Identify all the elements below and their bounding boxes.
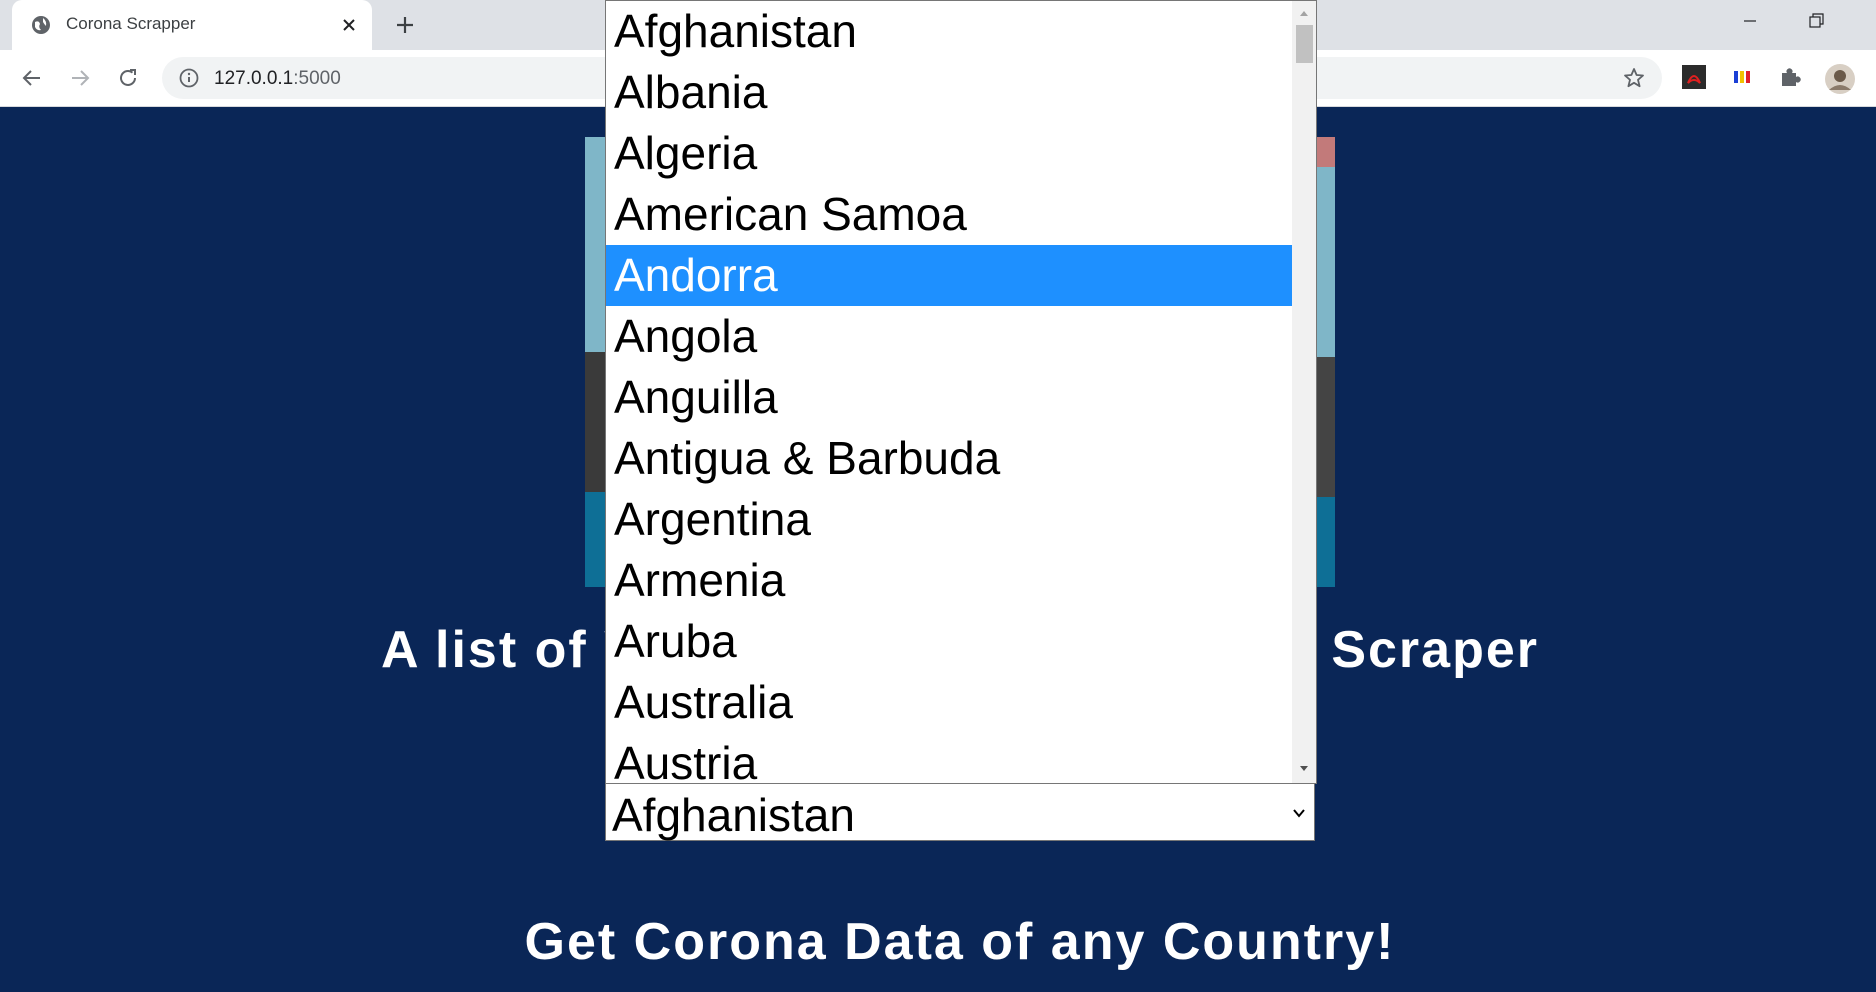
reload-icon[interactable] bbox=[114, 64, 142, 92]
dropdown-options: Afghanistan Albania Algeria American Sam… bbox=[606, 1, 1292, 783]
country-dropdown-list[interactable]: Afghanistan Albania Algeria American Sam… bbox=[605, 0, 1317, 784]
country-select[interactable]: Afghanistan bbox=[605, 783, 1315, 841]
country-select-value: Afghanistan bbox=[612, 789, 855, 841]
scroll-up-arrow-icon[interactable] bbox=[1292, 5, 1316, 21]
dropdown-option[interactable]: Antigua & Barbuda bbox=[606, 428, 1292, 489]
puzzle-extensions-icon[interactable] bbox=[1776, 63, 1804, 91]
browser-window: Corona Scrapper 127.0.0.1:5000 A list of… bbox=[0, 0, 1876, 992]
scrollbar-thumb[interactable] bbox=[1296, 25, 1313, 63]
dropdown-option[interactable]: Anguilla bbox=[606, 367, 1292, 428]
close-tab-icon[interactable] bbox=[336, 12, 362, 38]
pdf-extension-icon[interactable] bbox=[1680, 63, 1708, 91]
browser-tab[interactable]: Corona Scrapper bbox=[12, 0, 372, 50]
dropdown-option[interactable]: Australia bbox=[606, 672, 1292, 733]
dropdown-scrollbar[interactable] bbox=[1292, 1, 1316, 783]
dropdown-option[interactable]: Albania bbox=[606, 62, 1292, 123]
back-icon[interactable] bbox=[18, 64, 46, 92]
info-icon[interactable] bbox=[178, 67, 200, 89]
globe-icon bbox=[30, 14, 52, 36]
minimize-icon[interactable] bbox=[1738, 8, 1762, 32]
url-text[interactable]: 127.0.0.1:5000 bbox=[214, 68, 341, 90]
bookmark-star-icon[interactable] bbox=[1622, 66, 1646, 90]
color-extension-icon[interactable] bbox=[1728, 63, 1756, 91]
url-host: 127.0.0.1 bbox=[214, 68, 294, 89]
dropdown-option[interactable]: American Samoa bbox=[606, 184, 1292, 245]
profile-avatar[interactable] bbox=[1824, 63, 1855, 94]
dropdown-option[interactable]: Angola bbox=[606, 306, 1292, 367]
dropdown-option[interactable]: Armenia bbox=[606, 550, 1292, 611]
scroll-down-arrow-icon[interactable] bbox=[1292, 761, 1316, 777]
dropdown-option[interactable]: Austria bbox=[606, 733, 1292, 783]
new-tab-icon[interactable] bbox=[390, 10, 420, 40]
dropdown-option[interactable]: Afghanistan bbox=[606, 1, 1292, 62]
chevron-down-icon bbox=[1290, 804, 1308, 822]
url-port: :5000 bbox=[293, 68, 341, 89]
get-data-heading: Get Corona Data of any Country! bbox=[524, 913, 1396, 971]
restore-icon[interactable] bbox=[1804, 8, 1828, 32]
tab-title: Corona Scrapper bbox=[66, 14, 196, 33]
dropdown-option[interactable]: Aruba bbox=[606, 611, 1292, 672]
forward-icon[interactable] bbox=[66, 64, 94, 92]
dropdown-option[interactable]: Argentina bbox=[606, 489, 1292, 550]
dropdown-option[interactable]: Algeria bbox=[606, 123, 1292, 184]
dropdown-option[interactable]: Andorra bbox=[606, 245, 1292, 306]
